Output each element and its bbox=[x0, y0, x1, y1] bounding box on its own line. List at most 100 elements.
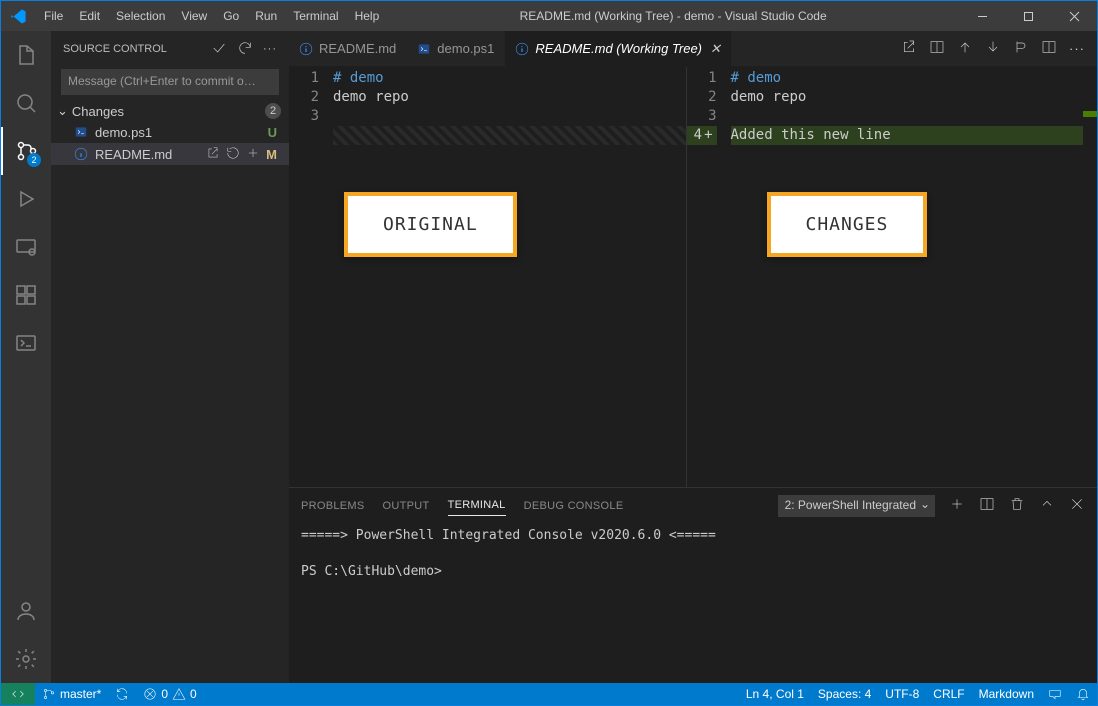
editor-tab[interactable]: demo.ps1 bbox=[407, 31, 505, 66]
window-minimize-button[interactable] bbox=[959, 1, 1005, 31]
eol-indicator[interactable]: CRLF bbox=[926, 687, 971, 701]
editor-tab[interactable]: README.md (Working Tree) ✕ bbox=[505, 31, 732, 66]
powershell-icon[interactable] bbox=[1, 319, 51, 367]
diff-original-pane: 1 2 3 # demo demo repo ORIGINAL bbox=[289, 67, 686, 487]
menu-go[interactable]: Go bbox=[215, 1, 247, 31]
commit-message-input[interactable]: Message (Ctrl+Enter to commit o… bbox=[61, 69, 279, 95]
toggle-inline-icon[interactable] bbox=[929, 39, 945, 58]
terminal-line: =====> PowerShell Integrated Console v20… bbox=[301, 527, 1085, 545]
changed-file-row[interactable]: README.md M bbox=[51, 143, 289, 165]
kill-terminal-icon[interactable] bbox=[1009, 496, 1025, 515]
title-bar: File Edit Selection View Go Run Terminal… bbox=[1, 1, 1097, 31]
info-file-icon bbox=[299, 42, 313, 56]
tab-label: README.md bbox=[319, 41, 396, 56]
remote-explorer-icon[interactable] bbox=[1, 223, 51, 271]
file-name: README.md bbox=[95, 147, 206, 162]
code-area[interactable]: # demo demo repo Added this new line bbox=[727, 67, 1084, 487]
feedback-icon[interactable] bbox=[1041, 687, 1069, 701]
changed-file-row[interactable]: demo.ps1 U bbox=[51, 121, 289, 143]
notifications-icon[interactable] bbox=[1069, 687, 1097, 701]
commit-check-icon[interactable] bbox=[211, 40, 227, 59]
menu-edit[interactable]: Edit bbox=[71, 1, 108, 31]
terminal-line: PS C:\GitHub\demo> bbox=[301, 563, 1085, 581]
open-file-icon[interactable] bbox=[206, 146, 220, 163]
activity-bar: 2 bbox=[1, 31, 51, 683]
sidebar-title: SOURCE CONTROL bbox=[63, 43, 167, 55]
diff-placeholder-stripes bbox=[333, 126, 686, 145]
menu-help[interactable]: Help bbox=[347, 1, 388, 31]
extensions-icon[interactable] bbox=[1, 271, 51, 319]
menu-run[interactable]: Run bbox=[247, 1, 285, 31]
diff-changes-pane: 1 2 3 4+ # demo demo repo Added this new… bbox=[687, 67, 1084, 487]
line-gutter: 1 2 3 4+ bbox=[687, 67, 727, 487]
powershell-file-icon bbox=[73, 125, 89, 139]
remote-indicator-icon[interactable] bbox=[1, 683, 35, 705]
explorer-icon[interactable] bbox=[1, 31, 51, 79]
editor-more-icon[interactable]: ··· bbox=[1069, 41, 1085, 56]
close-panel-icon[interactable] bbox=[1069, 496, 1085, 515]
terminal-line bbox=[301, 545, 1085, 563]
settings-gear-icon[interactable] bbox=[1, 635, 51, 683]
changes-count-badge: 2 bbox=[265, 103, 281, 119]
file-status: U bbox=[268, 125, 281, 140]
bottom-panel: PROBLEMS OUTPUT TERMINAL DEBUG CONSOLE 2… bbox=[289, 487, 1097, 683]
info-file-icon bbox=[515, 42, 529, 56]
powershell-file-icon bbox=[417, 42, 431, 56]
terminal-body[interactable]: =====> PowerShell Integrated Console v20… bbox=[289, 523, 1097, 683]
panel-tab-problems[interactable]: PROBLEMS bbox=[301, 496, 365, 516]
accounts-icon[interactable] bbox=[1, 587, 51, 635]
info-file-icon bbox=[73, 147, 89, 161]
panel-tab-terminal[interactable]: TERMINAL bbox=[448, 495, 506, 516]
menu-bar: File Edit Selection View Go Run Terminal… bbox=[36, 1, 387, 31]
overview-ruler[interactable] bbox=[1083, 67, 1097, 487]
problems-indicator[interactable]: 0 0 bbox=[136, 683, 203, 705]
panel-tab-output[interactable]: OUTPUT bbox=[383, 496, 430, 516]
window-close-button[interactable] bbox=[1051, 1, 1097, 31]
language-mode[interactable]: Markdown bbox=[972, 687, 1041, 701]
changes-section-header[interactable]: ⌄ Changes 2 bbox=[51, 101, 289, 121]
source-control-badge: 2 bbox=[27, 153, 41, 167]
tab-label: demo.ps1 bbox=[437, 41, 494, 56]
run-debug-icon[interactable] bbox=[1, 175, 51, 223]
file-name: demo.ps1 bbox=[95, 125, 268, 140]
menu-terminal[interactable]: Terminal bbox=[285, 1, 346, 31]
chevron-down-icon: ⌄ bbox=[57, 103, 68, 119]
panel-tab-debug-console[interactable]: DEBUG CONSOLE bbox=[524, 496, 624, 516]
window-maximize-button[interactable] bbox=[1005, 1, 1051, 31]
tab-close-icon[interactable]: ✕ bbox=[710, 41, 721, 57]
cursor-position[interactable]: Ln 4, Col 1 bbox=[739, 687, 811, 701]
discard-changes-icon[interactable] bbox=[226, 146, 240, 163]
refresh-icon[interactable] bbox=[237, 40, 253, 59]
split-terminal-icon[interactable] bbox=[979, 496, 995, 515]
open-changes-icon[interactable] bbox=[901, 39, 917, 58]
next-change-icon[interactable] bbox=[985, 39, 1001, 58]
editor-tab[interactable]: README.md bbox=[289, 31, 407, 66]
file-status: M bbox=[260, 147, 281, 162]
source-control-sidebar: SOURCE CONTROL ··· Message (Ctrl+Enter t… bbox=[51, 31, 289, 683]
menu-selection[interactable]: Selection bbox=[108, 1, 173, 31]
new-terminal-icon[interactable] bbox=[949, 496, 965, 515]
overview-ruler-mark bbox=[1083, 111, 1097, 117]
previous-change-icon[interactable] bbox=[957, 39, 973, 58]
branch-indicator[interactable]: master* bbox=[35, 683, 108, 705]
source-control-icon[interactable]: 2 bbox=[1, 127, 51, 175]
split-editor-icon[interactable] bbox=[1041, 39, 1057, 58]
vscode-logo-icon bbox=[1, 1, 36, 31]
more-actions-icon[interactable]: ··· bbox=[263, 43, 277, 55]
whitespace-icon[interactable] bbox=[1013, 39, 1029, 58]
status-bar: master* 0 0 Ln 4, Col 1 Spaces: 4 UTF-8 … bbox=[1, 683, 1097, 705]
annotation-changes: CHANGES bbox=[767, 192, 928, 257]
menu-view[interactable]: View bbox=[173, 1, 215, 31]
tab-label: README.md (Working Tree) bbox=[535, 41, 702, 56]
sync-indicator[interactable] bbox=[108, 683, 136, 705]
menu-file[interactable]: File bbox=[36, 1, 71, 31]
search-icon[interactable] bbox=[1, 79, 51, 127]
maximize-panel-icon[interactable] bbox=[1039, 496, 1055, 515]
terminal-selector[interactable]: 2: PowerShell Integrated bbox=[778, 495, 935, 517]
window-title: README.md (Working Tree) - demo - Visual… bbox=[387, 9, 959, 23]
stage-changes-icon[interactable] bbox=[246, 146, 260, 163]
editor-tab-bar: README.md demo.ps1 README.md (Working Tr… bbox=[289, 31, 1097, 67]
indentation-indicator[interactable]: Spaces: 4 bbox=[811, 687, 878, 701]
code-area[interactable]: # demo demo repo bbox=[329, 67, 686, 487]
encoding-indicator[interactable]: UTF-8 bbox=[878, 687, 926, 701]
